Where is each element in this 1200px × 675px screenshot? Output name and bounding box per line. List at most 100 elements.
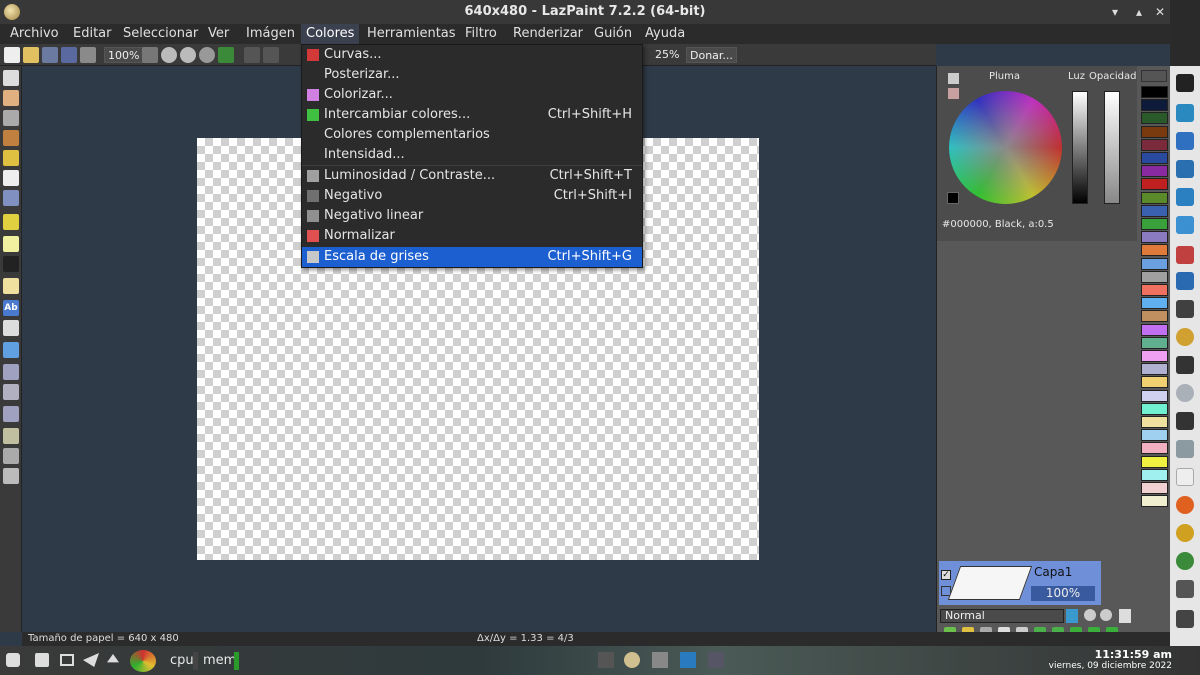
menu-colores[interactable]: Colores <box>301 24 360 44</box>
dock-app4-icon[interactable] <box>1176 580 1194 598</box>
dock-pointer-icon[interactable] <box>1176 216 1194 234</box>
palette-swatch[interactable] <box>1141 284 1168 296</box>
taskbar-app3-icon[interactable] <box>708 652 724 668</box>
zoom-out-icon[interactable] <box>180 47 196 63</box>
blend-mode-select[interactable]: Normal <box>940 609 1064 623</box>
copy-icon[interactable] <box>80 47 96 63</box>
palette-swatch[interactable] <box>1141 138 1168 151</box>
clone-tool-icon[interactable] <box>3 428 19 444</box>
palette-swatch[interactable] <box>1141 191 1168 204</box>
palette-swatch[interactable] <box>1141 468 1168 481</box>
layer-move-icon[interactable] <box>3 364 19 380</box>
upload-icon[interactable] <box>107 654 119 663</box>
palette-swatch[interactable] <box>1141 416 1168 428</box>
palette-swatch[interactable] <box>1141 112 1168 125</box>
gauge-icon[interactable] <box>130 650 156 672</box>
dock-app2-icon[interactable] <box>1176 246 1194 264</box>
dock-app5-icon[interactable] <box>1176 610 1194 628</box>
palette-swatch[interactable] <box>1141 178 1168 191</box>
color-wheel[interactable] <box>949 91 1062 204</box>
drop-icon[interactable] <box>1066 609 1078 623</box>
brush-tool-icon[interactable] <box>3 150 19 166</box>
dock-grid-icon[interactable] <box>1176 300 1194 318</box>
palette-swatch[interactable] <box>1141 218 1168 230</box>
menu-imagen[interactable]: Imágen <box>241 24 300 44</box>
palette-swatch[interactable] <box>1141 152 1168 164</box>
menu-archivo[interactable]: Archivo <box>5 24 64 44</box>
palette-swatch[interactable] <box>1141 231 1168 244</box>
taskbar-lazpaint-icon[interactable] <box>624 652 640 668</box>
palette-swatch[interactable] <box>1141 204 1168 217</box>
palette-swatch[interactable] <box>1141 297 1168 310</box>
edit-shape-icon[interactable] <box>3 214 19 230</box>
maximize-button[interactable]: ▴ <box>1130 3 1148 21</box>
dock-chrome-icon[interactable] <box>1176 524 1194 542</box>
polygon-tool-icon[interactable] <box>3 278 19 294</box>
clock[interactable]: 11:31:59 am viernes, 09 diciembre 2022 <box>1049 648 1172 671</box>
menu-item-escala-de-grises[interactable]: Escala de grises Ctrl+Shift+G <box>302 247 642 267</box>
taskbar-telegram-icon[interactable] <box>680 652 696 668</box>
dock-terminal-icon[interactable] <box>1176 132 1194 150</box>
eject-icon[interactable] <box>6 653 20 667</box>
volume-icon[interactable] <box>35 653 49 667</box>
dock-files-icon[interactable] <box>1176 440 1194 458</box>
menu-item-curvas[interactable]: Curvas... <box>302 45 642 65</box>
palette-swatch[interactable] <box>1141 442 1168 455</box>
text-tool-icon[interactable]: Ab <box>3 300 19 316</box>
layers-icon[interactable] <box>218 47 234 63</box>
reset-colors-icon[interactable] <box>948 88 959 99</box>
pen-tool-icon[interactable] <box>3 130 19 146</box>
zoom-fit-icon[interactable] <box>142 47 158 63</box>
dock-console-icon[interactable] <box>1176 412 1194 430</box>
new-file-icon[interactable] <box>4 47 20 63</box>
palette-swatch[interactable] <box>1141 257 1168 270</box>
eraser-tool-icon[interactable] <box>3 170 19 186</box>
palette-swatch[interactable] <box>1141 482 1168 494</box>
menu-filtro[interactable]: Filtro <box>460 24 502 44</box>
save-as-icon[interactable] <box>61 47 77 63</box>
deformation-grid-icon[interactable] <box>3 342 19 358</box>
donate-button[interactable]: Donar... <box>686 47 737 63</box>
layer-visible-checkbox[interactable]: ✓ <box>941 570 951 580</box>
menu-item-negativo-linear[interactable]: Negativo linear <box>302 206 642 226</box>
trash-icon[interactable] <box>1119 609 1131 623</box>
layer-zoom-in-icon[interactable] <box>1084 609 1096 621</box>
taskbar-app-icon[interactable] <box>598 652 614 668</box>
menu-renderizar[interactable]: Renderizar <box>508 24 588 44</box>
palette-swatch[interactable] <box>1141 165 1168 178</box>
dock-text-icon[interactable] <box>1176 272 1194 290</box>
swap-colors-icon[interactable] <box>948 73 959 84</box>
dock-document-icon[interactable] <box>1176 468 1194 486</box>
palette-swatch[interactable] <box>1141 495 1168 508</box>
dock-clock-icon[interactable] <box>1176 328 1194 346</box>
open-folder-icon[interactable] <box>23 47 39 63</box>
current-color-swatch[interactable] <box>947 192 959 204</box>
layer-opacity[interactable]: 100% <box>1031 586 1095 601</box>
menu-item-normalizar[interactable]: Normalizar <box>302 226 642 246</box>
menu-herramientas[interactable]: Herramientas <box>362 24 461 44</box>
palette-swatch[interactable] <box>1141 350 1168 362</box>
palette-swatch[interactable] <box>1141 99 1168 112</box>
save-icon[interactable] <box>42 47 58 63</box>
menu-item-intercambiar-colores[interactable]: Intercambiar colores... Ctrl+Shift+H <box>302 105 642 125</box>
hand-tool-icon[interactable] <box>3 90 19 106</box>
dock-x-icon[interactable] <box>1176 74 1194 92</box>
menu-item-negativo[interactable]: Negativo Ctrl+Shift+I <box>302 186 642 206</box>
palette-swatch[interactable] <box>1141 270 1168 283</box>
select-tool-icon[interactable] <box>3 70 19 86</box>
redo-icon[interactable] <box>263 47 279 63</box>
fill-tool-icon[interactable] <box>3 190 19 206</box>
layer-zoom-icon[interactable] <box>3 406 19 422</box>
undo-icon[interactable] <box>244 47 260 63</box>
palette-swatch[interactable] <box>1141 455 1168 468</box>
palette-menu-icon[interactable] <box>1141 70 1167 82</box>
menu-item-colorizar[interactable]: Colorizar... <box>302 85 642 105</box>
dock-guitar-icon[interactable] <box>1176 356 1194 374</box>
palette-swatch[interactable] <box>1141 363 1168 376</box>
selection-tool-icon[interactable] <box>3 448 19 464</box>
menu-item-colores-complementarios[interactable]: Colores complementarios <box>302 125 642 145</box>
dock-app3-icon[interactable] <box>1176 552 1194 570</box>
zoom-original-icon[interactable] <box>199 47 215 63</box>
color-picker-icon[interactable] <box>3 110 19 126</box>
rectangle-tool-icon[interactable] <box>3 236 19 252</box>
